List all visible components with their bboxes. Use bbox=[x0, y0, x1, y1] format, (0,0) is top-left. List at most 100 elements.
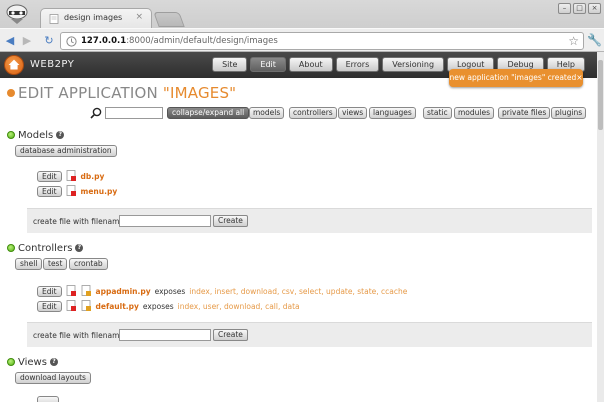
flash-message[interactable]: new application "images" created× bbox=[449, 69, 583, 87]
edit-db-button[interactable]: Edit bbox=[37, 170, 62, 182]
title-app-name: "IMAGES" bbox=[162, 84, 237, 102]
exposes-label: exposes bbox=[154, 286, 186, 296]
view-file-row-partial bbox=[37, 395, 59, 402]
models-bullet-icon bbox=[7, 131, 15, 139]
search-input[interactable] bbox=[105, 107, 163, 119]
edit-default-button[interactable]: Edit bbox=[37, 300, 62, 312]
delete-file-icon[interactable] bbox=[66, 170, 77, 182]
url-text: 127.0.0.1:8000/admin/default/design/imag… bbox=[81, 36, 278, 46]
jump-views[interactable]: views bbox=[338, 107, 368, 119]
minimize-button[interactable]: – bbox=[558, 3, 571, 14]
bookmark-star-icon[interactable]: ☆ bbox=[568, 34, 579, 48]
page-scrollbar[interactable] bbox=[597, 52, 604, 402]
page-info-icon bbox=[66, 36, 77, 47]
address-bar[interactable]: 127.0.0.1:8000/admin/default/design/imag… bbox=[60, 32, 584, 50]
jump-languages[interactable]: languages bbox=[369, 107, 416, 119]
tab-title: design images bbox=[64, 13, 123, 22]
tab-close-icon[interactable]: × bbox=[135, 12, 143, 22]
jump-models[interactable]: models bbox=[249, 107, 285, 119]
delete-file-icon[interactable] bbox=[66, 285, 77, 297]
nav-about[interactable]: About bbox=[288, 57, 333, 72]
controllers-help-icon[interactable]: ? bbox=[75, 244, 84, 252]
url-host: 127.0.0.1 bbox=[81, 36, 127, 46]
controller-file-row: Edit appadmin.py exposes index, insert, … bbox=[37, 285, 407, 297]
file-name[interactable]: db.py bbox=[81, 172, 105, 181]
page-favicon-icon bbox=[49, 14, 59, 24]
reload-icon[interactable]: ↻ bbox=[42, 34, 56, 48]
create-model-button[interactable]: Create bbox=[213, 215, 248, 227]
forward-arrow-icon[interactable]: ▶ bbox=[20, 34, 34, 48]
house-icon bbox=[8, 59, 20, 70]
edit-appadmin-button[interactable]: Edit bbox=[37, 285, 62, 297]
collapse-expand-button[interactable]: collapse/expand all bbox=[167, 107, 250, 119]
database-administration-button[interactable]: database administration bbox=[15, 145, 117, 157]
nav-errors[interactable]: Errors bbox=[335, 57, 380, 72]
shell-button[interactable]: shell bbox=[15, 258, 43, 270]
create-controller-form: create file with filename: Create bbox=[27, 322, 592, 347]
delete-file-icon[interactable] bbox=[66, 185, 77, 197]
page-content: WEB2PY Site Edit About Errors Versioning… bbox=[0, 52, 597, 402]
create-file-label: create file with filename: bbox=[33, 331, 127, 340]
views-heading[interactable]: Views ? bbox=[7, 356, 58, 368]
test-button[interactable]: test bbox=[43, 258, 68, 270]
controllers-title: Controllers bbox=[18, 242, 73, 254]
search-icon bbox=[90, 107, 102, 119]
window-controls: – □ × bbox=[558, 3, 601, 14]
nav-versioning[interactable]: Versioning bbox=[382, 57, 445, 72]
create-controller-button[interactable]: Create bbox=[213, 329, 248, 341]
browser-tab[interactable]: design images × bbox=[40, 8, 152, 28]
jump-modules[interactable]: modules bbox=[454, 107, 495, 119]
edit-view-button-partial[interactable] bbox=[37, 395, 59, 402]
file-name[interactable]: default.py bbox=[96, 302, 139, 311]
new-tab-button[interactable] bbox=[153, 12, 185, 27]
home-icon[interactable] bbox=[4, 55, 24, 75]
back-arrow-icon[interactable]: ◀ bbox=[3, 34, 17, 48]
page-title: EDIT APPLICATION "IMAGES" bbox=[18, 84, 236, 102]
exposed-functions[interactable]: index, insert, download, csv, select, up… bbox=[189, 287, 407, 296]
maximize-button[interactable]: □ bbox=[573, 3, 586, 14]
section-toolbar: collapse/expand all models controllers v… bbox=[90, 107, 590, 121]
file-name[interactable]: appadmin.py bbox=[96, 287, 151, 296]
browser-chrome: design images × – □ × ◀ ▶ ↻ 127.0.0.1:80… bbox=[0, 0, 604, 52]
model-file-row: Edit menu.py bbox=[37, 185, 117, 197]
edit-menu-button[interactable]: Edit bbox=[37, 185, 62, 197]
jump-plugins[interactable]: plugins bbox=[551, 107, 587, 119]
views-bullet-icon bbox=[7, 358, 15, 366]
exposed-functions[interactable]: index, user, download, call, data bbox=[178, 302, 300, 311]
close-window-button[interactable]: × bbox=[588, 3, 601, 14]
delete-file-icon[interactable] bbox=[66, 300, 77, 312]
download-layouts-button[interactable]: download layouts bbox=[15, 372, 91, 384]
models-heading[interactable]: Models ? bbox=[7, 129, 65, 141]
url-path: :8000/admin/default/design/images bbox=[126, 36, 278, 46]
test-file-icon[interactable] bbox=[81, 285, 92, 297]
web2py-logo[interactable]: WEB2PY bbox=[30, 59, 74, 70]
controllers-bullet-icon bbox=[7, 244, 15, 252]
browser-toolbar: ◀ ▶ ↻ 127.0.0.1:8000/admin/default/desig… bbox=[0, 28, 604, 52]
model-filename-input[interactable] bbox=[119, 215, 211, 227]
title-bar: design images × – □ × bbox=[0, 0, 604, 28]
crontab-button[interactable]: crontab bbox=[69, 258, 108, 270]
title-bullet-icon bbox=[7, 89, 15, 97]
file-name[interactable]: menu.py bbox=[81, 187, 118, 196]
create-model-form: create file with filename: Create bbox=[27, 208, 592, 233]
jump-controllers[interactable]: controllers bbox=[289, 107, 337, 119]
scrollbar-thumb[interactable] bbox=[598, 60, 603, 130]
browser-app-icon bbox=[6, 4, 28, 24]
nav-edit[interactable]: Edit bbox=[250, 57, 286, 72]
models-title: Models bbox=[18, 129, 54, 141]
controller-filename-input[interactable] bbox=[119, 329, 211, 341]
models-help-icon[interactable]: ? bbox=[56, 131, 65, 139]
controllers-heading[interactable]: Controllers ? bbox=[7, 242, 84, 254]
create-file-label: create file with filename: bbox=[33, 217, 127, 226]
nav-site[interactable]: Site bbox=[212, 57, 248, 72]
wrench-menu-icon[interactable]: 🔧 bbox=[587, 33, 602, 47]
controller-file-row: Edit default.py exposes index, user, dow… bbox=[37, 300, 300, 312]
test-file-icon[interactable] bbox=[81, 300, 92, 312]
jump-static[interactable]: static bbox=[423, 107, 452, 119]
title-prefix: EDIT APPLICATION bbox=[18, 84, 163, 102]
views-title: Views bbox=[18, 356, 47, 368]
model-file-row: Edit db.py bbox=[37, 170, 104, 182]
jump-private-files[interactable]: private files bbox=[498, 107, 551, 119]
views-help-icon[interactable]: ? bbox=[49, 358, 58, 366]
exposes-label: exposes bbox=[142, 301, 174, 311]
